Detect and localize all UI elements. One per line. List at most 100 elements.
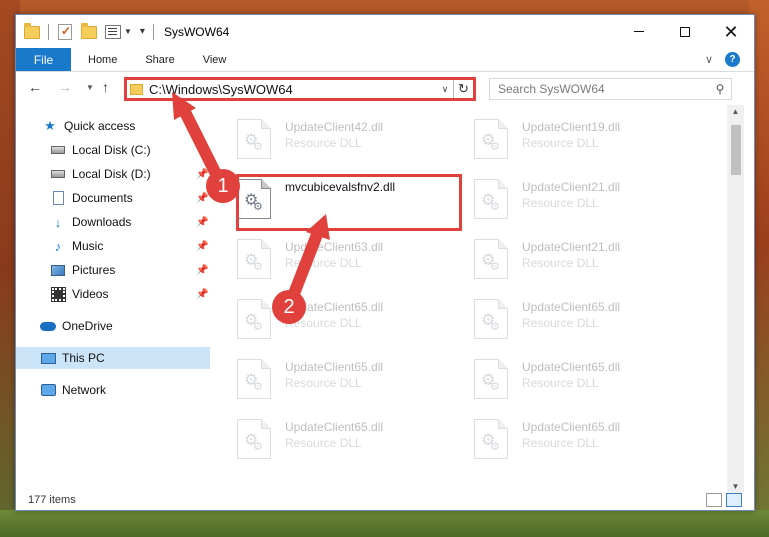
pin-icon: 📌 [196, 192, 209, 204]
ribbon-tabs: File Home Share View ∨ ? [16, 48, 754, 72]
sidebar-item-local-disk-c[interactable]: Local Disk (C:) [16, 139, 210, 161]
list-item[interactable]: ⚙ ⚙ UpdateClient19.dll Resource DLL [474, 113, 704, 165]
chevron-down-icon[interactable]: ▼ [124, 27, 132, 36]
maximize-icon [680, 26, 690, 37]
sidebar-item-quick-access[interactable]: ★ Quick access [16, 115, 210, 137]
separator [152, 23, 154, 40]
minimize-icon [634, 31, 644, 32]
scroll-up-icon[interactable]: ▲ [727, 107, 744, 116]
file-name: UpdateClient65.dll [522, 300, 621, 314]
tab-view[interactable]: View [189, 48, 241, 71]
sidebar-item-label: OneDrive [62, 319, 113, 333]
address-bar[interactable]: C:\Windows\SysWOW64 ∨ ↻ [124, 77, 476, 101]
properties-icon[interactable] [105, 24, 121, 40]
window-title: SysWOW64 [163, 24, 230, 39]
list-item[interactable]: ⚙ ⚙ UpdateClient21.dll Resource DLL [474, 173, 704, 225]
properties-checkbox-icon[interactable] [57, 23, 73, 40]
list-item[interactable]: ⚙ ⚙ UpdateClient65.dll Resource DLL [474, 293, 704, 345]
file-type: Resource DLL [522, 436, 599, 450]
file-name: UpdateClient63.dll [285, 240, 384, 254]
file-type: Resource DLL [285, 376, 362, 390]
expand-ribbon-icon[interactable]: ∨ [705, 53, 713, 66]
list-item[interactable]: ⚙ ⚙ UpdateClient63.dll Resource DLL [237, 233, 467, 285]
explorer-window: ▼ ▾ SysWOW64 ✕ File Home Share View ∨ ? … [15, 14, 755, 511]
search-input[interactable]: Search SysWOW64 [498, 82, 709, 96]
item-count: 177 items [28, 494, 76, 506]
dll-file-icon: ⚙ ⚙ [237, 299, 271, 339]
details-view-icon[interactable] [706, 493, 722, 507]
sidebar-item-label: Local Disk (D:) [72, 167, 151, 181]
step-callout-2: 2 [272, 290, 306, 324]
vertical-scrollbar[interactable]: ▲ ▼ [727, 105, 744, 493]
address-dropdown-icon[interactable]: ∨ [437, 84, 453, 95]
file-name: UpdateClient65.dll [285, 360, 384, 374]
list-item[interactable]: ⚙ ⚙ UpdateClient65.dll Resource DLL [237, 293, 467, 345]
file-name: UpdateClient19.dll [522, 120, 621, 134]
disk-icon [50, 167, 66, 181]
sidebar-item-music[interactable]: ♪ Music 📌 [16, 235, 210, 257]
tab-file[interactable]: File [16, 48, 71, 71]
forward-arrow-icon[interactable]: → [58, 79, 72, 95]
list-item[interactable]: ⚙ ⚙ UpdateClient65.dll Resource DLL [237, 413, 467, 465]
sidebar-item-local-disk-d[interactable]: Local Disk (D:) 📌 [16, 163, 210, 185]
minimize-button[interactable] [616, 15, 662, 48]
file-type: Resource DLL [285, 136, 362, 150]
pin-icon: 📌 [196, 216, 209, 228]
file-name: UpdateClient42.dll [285, 120, 384, 134]
refresh-icon[interactable]: ↻ [453, 80, 473, 98]
tiles-view-icon[interactable] [726, 493, 742, 507]
computer-icon [40, 351, 56, 365]
scroll-thumb[interactable] [731, 125, 741, 175]
background-ground [0, 510, 769, 537]
sidebar-item-label: Quick access [64, 119, 136, 133]
step-callout-1: 1 [206, 169, 240, 203]
disk-icon [50, 143, 66, 157]
file-type: Resource DLL [522, 196, 599, 210]
customize-toolbar-icon[interactable]: ▾ [140, 26, 145, 37]
search-box[interactable]: Search SysWOW64 ⚲ [489, 78, 732, 100]
tab-home[interactable]: Home [71, 48, 131, 71]
title-bar: ▼ ▾ SysWOW64 ✕ [16, 15, 754, 48]
file-name: UpdateClient21.dll [522, 240, 621, 254]
sidebar-item-network[interactable]: Network [16, 379, 210, 401]
sidebar-item-videos[interactable]: Videos 📌 [16, 283, 210, 305]
highlight-box [236, 174, 462, 231]
list-item[interactable]: ⚙ ⚙ UpdateClient65.dll Resource DLL [474, 353, 704, 405]
address-path[interactable]: C:\Windows\SysWOW64 [149, 82, 437, 97]
close-icon: ✕ [723, 21, 739, 42]
sidebar-item-documents[interactable]: Documents 📌 [16, 187, 210, 209]
star-icon: ★ [44, 118, 56, 133]
sidebar-item-onedrive[interactable]: OneDrive [16, 315, 210, 337]
sidebar-item-downloads[interactable]: ↓ Downloads 📌 [16, 211, 210, 233]
help-icon[interactable]: ? [725, 52, 740, 67]
pictures-icon [50, 263, 66, 277]
navigation-bar: ← → ▼ ↑ C:\Windows\SysWOW64 ∨ ↻ Search S… [16, 73, 754, 105]
list-item[interactable]: ⚙ ⚙ UpdateClient65.dll Resource DLL [237, 353, 467, 405]
list-item[interactable]: ⚙ ⚙ UpdateClient21.dll Resource DLL [474, 233, 704, 285]
folder-icon [130, 83, 143, 95]
recent-locations-icon[interactable]: ▼ [86, 83, 94, 92]
sidebar-item-pictures[interactable]: Pictures 📌 [16, 259, 210, 281]
navigation-pane: ★ Quick access Local Disk (C:) Local Dis… [16, 113, 210, 483]
close-button[interactable]: ✕ [708, 15, 754, 48]
sidebar-item-this-pc[interactable]: This PC [16, 347, 210, 369]
back-arrow-icon[interactable]: ← [28, 79, 42, 95]
sidebar-item-label: Local Disk (C:) [72, 143, 151, 157]
list-item[interactable]: ⚙ ⚙ UpdateClient42.dll Resource DLL [237, 113, 467, 165]
pin-icon: 📌 [196, 288, 209, 300]
search-icon[interactable]: ⚲ [709, 82, 731, 96]
file-type: Resource DLL [285, 256, 362, 270]
new-folder-icon[interactable] [81, 22, 97, 40]
dll-file-icon: ⚙ ⚙ [474, 419, 508, 459]
dll-file-icon: ⚙ ⚙ [237, 359, 271, 399]
tab-share[interactable]: Share [131, 48, 188, 71]
file-type: Resource DLL [522, 136, 599, 150]
sidebar-item-label: Pictures [72, 263, 116, 277]
up-arrow-icon[interactable]: ↑ [102, 79, 109, 95]
file-type: Resource DLL [522, 256, 599, 270]
sidebar-item-label: Videos [72, 287, 109, 301]
maximize-button[interactable] [662, 15, 708, 48]
folder-icon [24, 22, 40, 40]
list-item[interactable]: ⚙ ⚙ UpdateClient65.dll Resource DLL [474, 413, 704, 465]
dll-file-icon: ⚙ ⚙ [474, 179, 508, 219]
